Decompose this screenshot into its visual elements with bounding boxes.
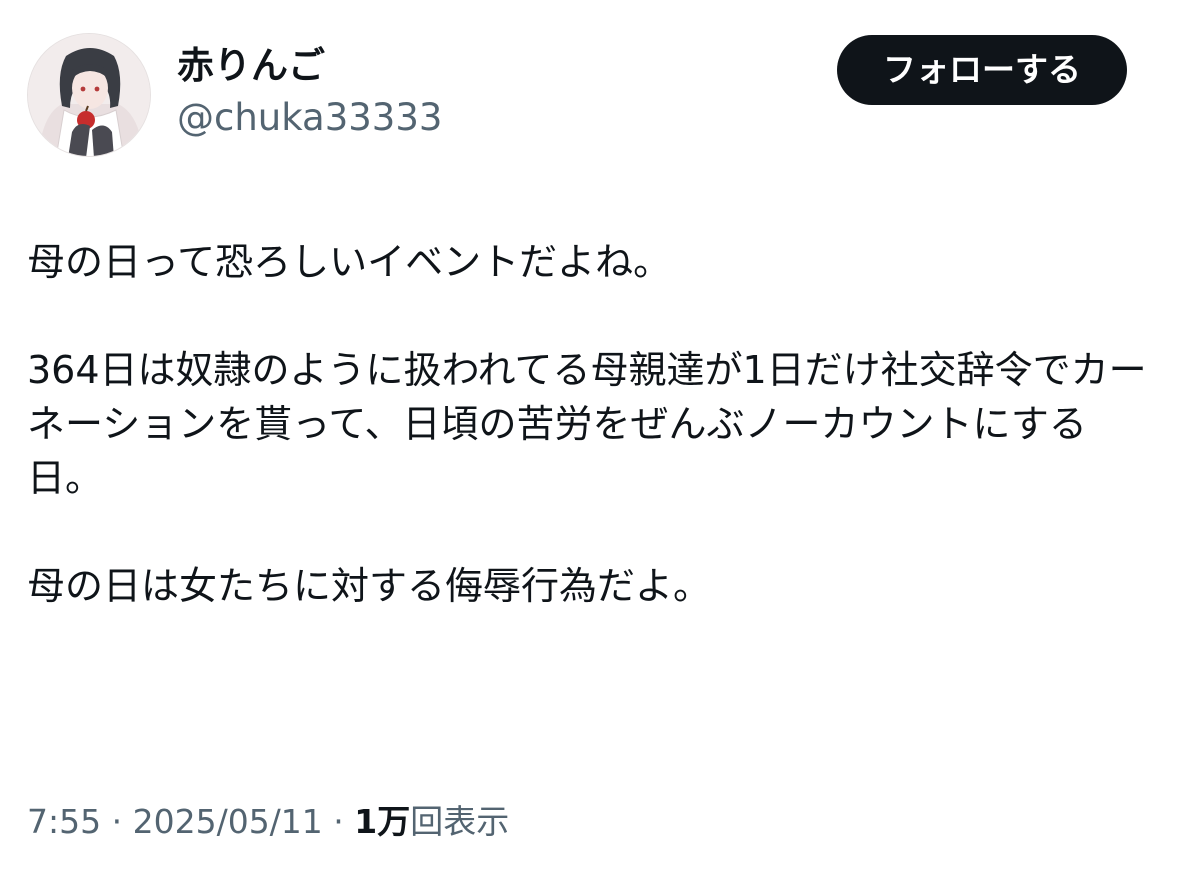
views-label: 回表示: [410, 802, 510, 841]
tweet-text: 母の日って恐ろしいイベントだよね。 364日は奴隷のように扱われてる母親達が1日…: [27, 235, 1147, 613]
tweet-paragraph: 母の日は女たちに対する侮辱行為だよ。: [27, 564, 712, 608]
tweet-header: 赤りんご @chuka33333 フォローする: [27, 33, 1137, 158]
user-info: 赤りんご @chuka33333: [177, 43, 442, 141]
tweet-meta: 7:55 · 2025/05/11 · 1万回表示: [27, 800, 509, 844]
tweet-paragraph: 364日は奴隷のように扱われてる母親達が1日だけ社交辞令でカーネーションを貰って…: [27, 348, 1147, 500]
avatar[interactable]: [27, 33, 151, 157]
tweet-date[interactable]: 2025/05/11: [133, 802, 323, 841]
tweet-paragraph: 母の日って恐ろしいイベントだよね。: [27, 240, 672, 284]
avatar-illustration-icon: [28, 34, 150, 156]
meta-separator: ·: [111, 802, 133, 841]
meta-separator: ·: [333, 802, 355, 841]
tweet: 赤りんご @chuka33333 フォローする 母の日って恐ろしいイベントだよね…: [0, 0, 1179, 872]
display-name[interactable]: 赤りんご: [177, 43, 442, 89]
follow-button[interactable]: フォローする: [837, 35, 1127, 105]
tweet-time[interactable]: 7:55: [27, 802, 101, 841]
user-handle[interactable]: @chuka33333: [177, 95, 442, 141]
views-count[interactable]: 1万: [354, 802, 410, 841]
